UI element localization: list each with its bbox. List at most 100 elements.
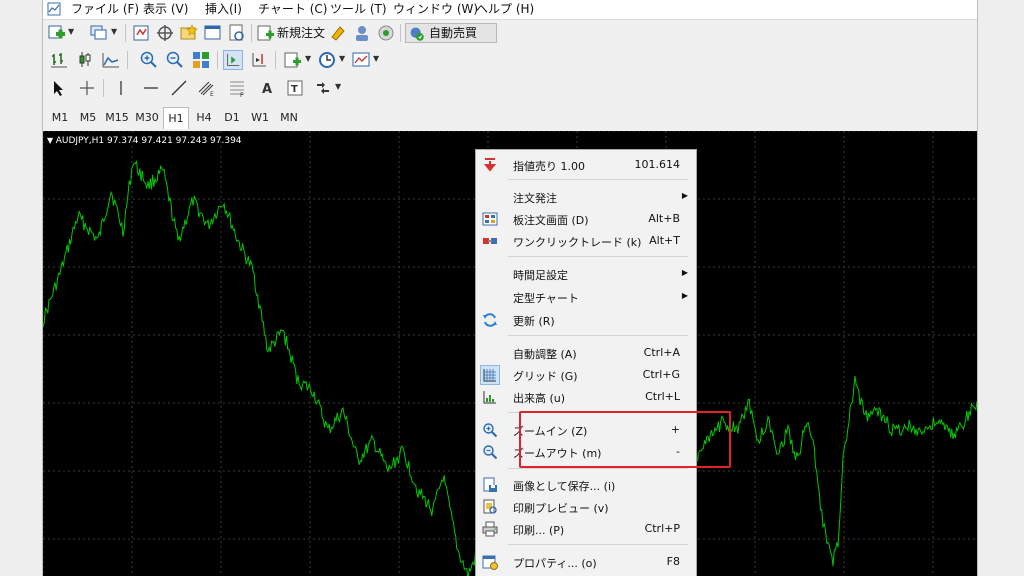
chevron-down-icon[interactable]: ▼ <box>339 55 347 63</box>
zoom-out-toolbar-icon[interactable] <box>165 50 185 70</box>
volume-icon <box>483 391 496 404</box>
new-order-button[interactable]: 新規注文 <box>277 23 325 43</box>
print-preview-icon <box>483 499 497 514</box>
chevron-down-icon[interactable]: ▼ <box>111 28 119 36</box>
menu-item-sell-limit[interactable]: 指値売り 1.00 101.614 <box>476 154 696 176</box>
templates-icon[interactable] <box>351 50 371 70</box>
cursor-icon[interactable] <box>49 78 69 98</box>
vertical-line-icon[interactable] <box>111 78 131 98</box>
menu-item-properties[interactable]: プロパティ... (o) F8 <box>476 551 696 573</box>
fibonacci-icon[interactable]: F <box>227 78 247 98</box>
market-watch-icon[interactable] <box>131 23 151 43</box>
app-window: ファイル (F) 表示 (V) 挿入(I) チャート (C) ツール (T) ウ… <box>42 0 978 576</box>
menu-item-save-as-picture[interactable]: 画像として保存... (i) <box>476 474 696 496</box>
profiles-icon[interactable] <box>89 23 109 43</box>
signals-icon[interactable] <box>376 23 396 43</box>
menu-item-label: プロパティ... (o) <box>513 557 597 570</box>
svg-text:A: A <box>262 82 272 97</box>
one-click-trade-icon <box>483 238 497 244</box>
text-label-icon[interactable]: T <box>285 78 305 98</box>
zoom-out-icon <box>483 445 498 460</box>
timeframe-m30[interactable]: M30 <box>133 107 161 129</box>
save-image-icon <box>483 477 497 492</box>
menu-item-label: 自動調整 (A) <box>513 348 577 361</box>
menu-item-grid[interactable]: グリッド (G) Ctrl+G <box>476 364 696 386</box>
strategy-tester-icon[interactable] <box>227 23 247 43</box>
candlestick-icon[interactable] <box>75 50 95 70</box>
timeframe-m1[interactable]: M1 <box>47 107 73 129</box>
crosshair-icon[interactable] <box>77 78 97 98</box>
arrows-icon[interactable] <box>313 78 333 98</box>
chevron-down-icon[interactable]: ▼ <box>373 55 381 63</box>
menu-chart[interactable]: チャート (C) <box>258 1 327 18</box>
menu-tools[interactable]: ツール (T) <box>330 1 387 18</box>
menu-insert[interactable]: 挿入(I) <box>205 1 242 18</box>
horizontal-line-icon[interactable] <box>141 78 161 98</box>
chevron-down-icon[interactable]: ▼ <box>305 55 313 63</box>
menu-item-shortcut: Alt+B <box>648 212 680 225</box>
menu-item-label: 時間足設定 <box>513 269 568 282</box>
menu-file[interactable]: ファイル (F) <box>71 1 139 18</box>
chart-context-menu: 指値売り 1.00 101.614 注文発注 ▶ 板注文画面 (D) Alt+B… <box>475 149 697 576</box>
menu-item-template[interactable]: 定型チャート ▶ <box>476 286 696 308</box>
chevron-down-icon[interactable]: ▼ <box>68 28 76 36</box>
menu-item-print-preview[interactable]: 印刷プレビュー (v) <box>476 496 696 518</box>
menu-item-label: グリッド (G) <box>513 370 578 383</box>
timeframe-m5[interactable]: M5 <box>75 107 101 129</box>
timeframe-w1[interactable]: W1 <box>247 107 273 129</box>
indicators-icon[interactable] <box>283 50 303 70</box>
menu-item-place-order[interactable]: 注文発注 ▶ <box>476 186 696 208</box>
zoom-items-highlight <box>519 411 731 468</box>
community-icon[interactable] <box>352 23 372 43</box>
menu-help[interactable]: ヘルプ (H) <box>476 1 534 18</box>
order-board-icon <box>482 212 498 226</box>
equidistant-channel-icon[interactable]: E <box>197 78 217 98</box>
menu-view[interactable]: 表示 (V) <box>143 1 188 18</box>
price-line <box>43 160 481 576</box>
tile-windows-icon[interactable] <box>191 50 211 70</box>
timeframe-m15[interactable]: M15 <box>103 107 131 129</box>
menu-item-timeframe[interactable]: 時間足設定 ▶ <box>476 263 696 285</box>
timeframe-h4[interactable]: H4 <box>191 107 217 129</box>
collapse-triangle-icon[interactable]: ▼ <box>47 136 56 145</box>
text-tool-icon[interactable]: A <box>257 78 277 98</box>
timeframe-d1[interactable]: D1 <box>219 107 245 129</box>
chart-symbol-info: AUDJPY,H1 97.374 97.421 97.243 97.394 <box>55 136 242 146</box>
app-logo-icon <box>47 2 61 16</box>
menu-window[interactable]: ウィンドウ (W) <box>393 1 478 18</box>
chevron-down-icon[interactable]: ▼ <box>335 83 343 91</box>
menu-item-label: 定型チャート <box>513 292 579 305</box>
menu-item-label: 印刷... (P) <box>513 524 565 537</box>
new-order-icon[interactable] <box>256 23 276 43</box>
bar-chart-icon[interactable] <box>49 50 69 70</box>
menu-item-label: 画像として保存... (i) <box>513 480 616 493</box>
zoom-in-toolbar-icon[interactable] <box>139 50 159 70</box>
chart-title: ▼ AUDJPY,H1 97.374 97.421 97.243 97.394 <box>47 136 242 146</box>
menu-item-label: ワンクリックトレード (k) <box>513 236 642 249</box>
auto-scroll-icon[interactable] <box>223 50 243 70</box>
favorites-icon[interactable] <box>179 23 199 43</box>
menu-item-volumes[interactable]: 出来高 (u) Ctrl+L <box>476 386 696 408</box>
menu-item-auto-scroll[interactable]: 自動調整 (A) Ctrl+A <box>476 342 696 364</box>
submenu-arrow-icon: ▶ <box>681 268 688 277</box>
menu-item-refresh[interactable]: 更新 (R) <box>476 309 696 331</box>
meta-editor-icon[interactable] <box>328 23 348 43</box>
auto-trade-button[interactable]: 自動売買 <box>405 23 497 43</box>
timeframe-h1[interactable]: H1 <box>163 107 189 129</box>
menu-item-print[interactable]: 印刷... (P) Ctrl+P <box>476 518 696 540</box>
menu-item-order-board[interactable]: 板注文画面 (D) Alt+B <box>476 208 696 230</box>
menu-item-one-click-trade[interactable]: ワンクリックトレード (k) Alt+T <box>476 230 696 252</box>
timeframe-mn[interactable]: MN <box>275 107 303 129</box>
trendline-icon[interactable] <box>169 78 189 98</box>
print-icon <box>482 521 498 537</box>
auto-trade-label: 自動売買 <box>429 26 478 40</box>
zoom-in-icon <box>483 423 498 438</box>
menu-item-label: 印刷プレビュー (v) <box>513 502 609 515</box>
chart-shift-icon[interactable] <box>249 50 269 70</box>
terminal-icon[interactable] <box>203 23 223 43</box>
period-clock-icon[interactable] <box>317 50 337 70</box>
new-chart-icon[interactable] <box>47 23 67 43</box>
navigator-icon[interactable] <box>155 23 175 43</box>
line-chart-icon[interactable] <box>101 50 121 70</box>
menu-item-label: 板注文画面 (D) <box>513 214 589 227</box>
